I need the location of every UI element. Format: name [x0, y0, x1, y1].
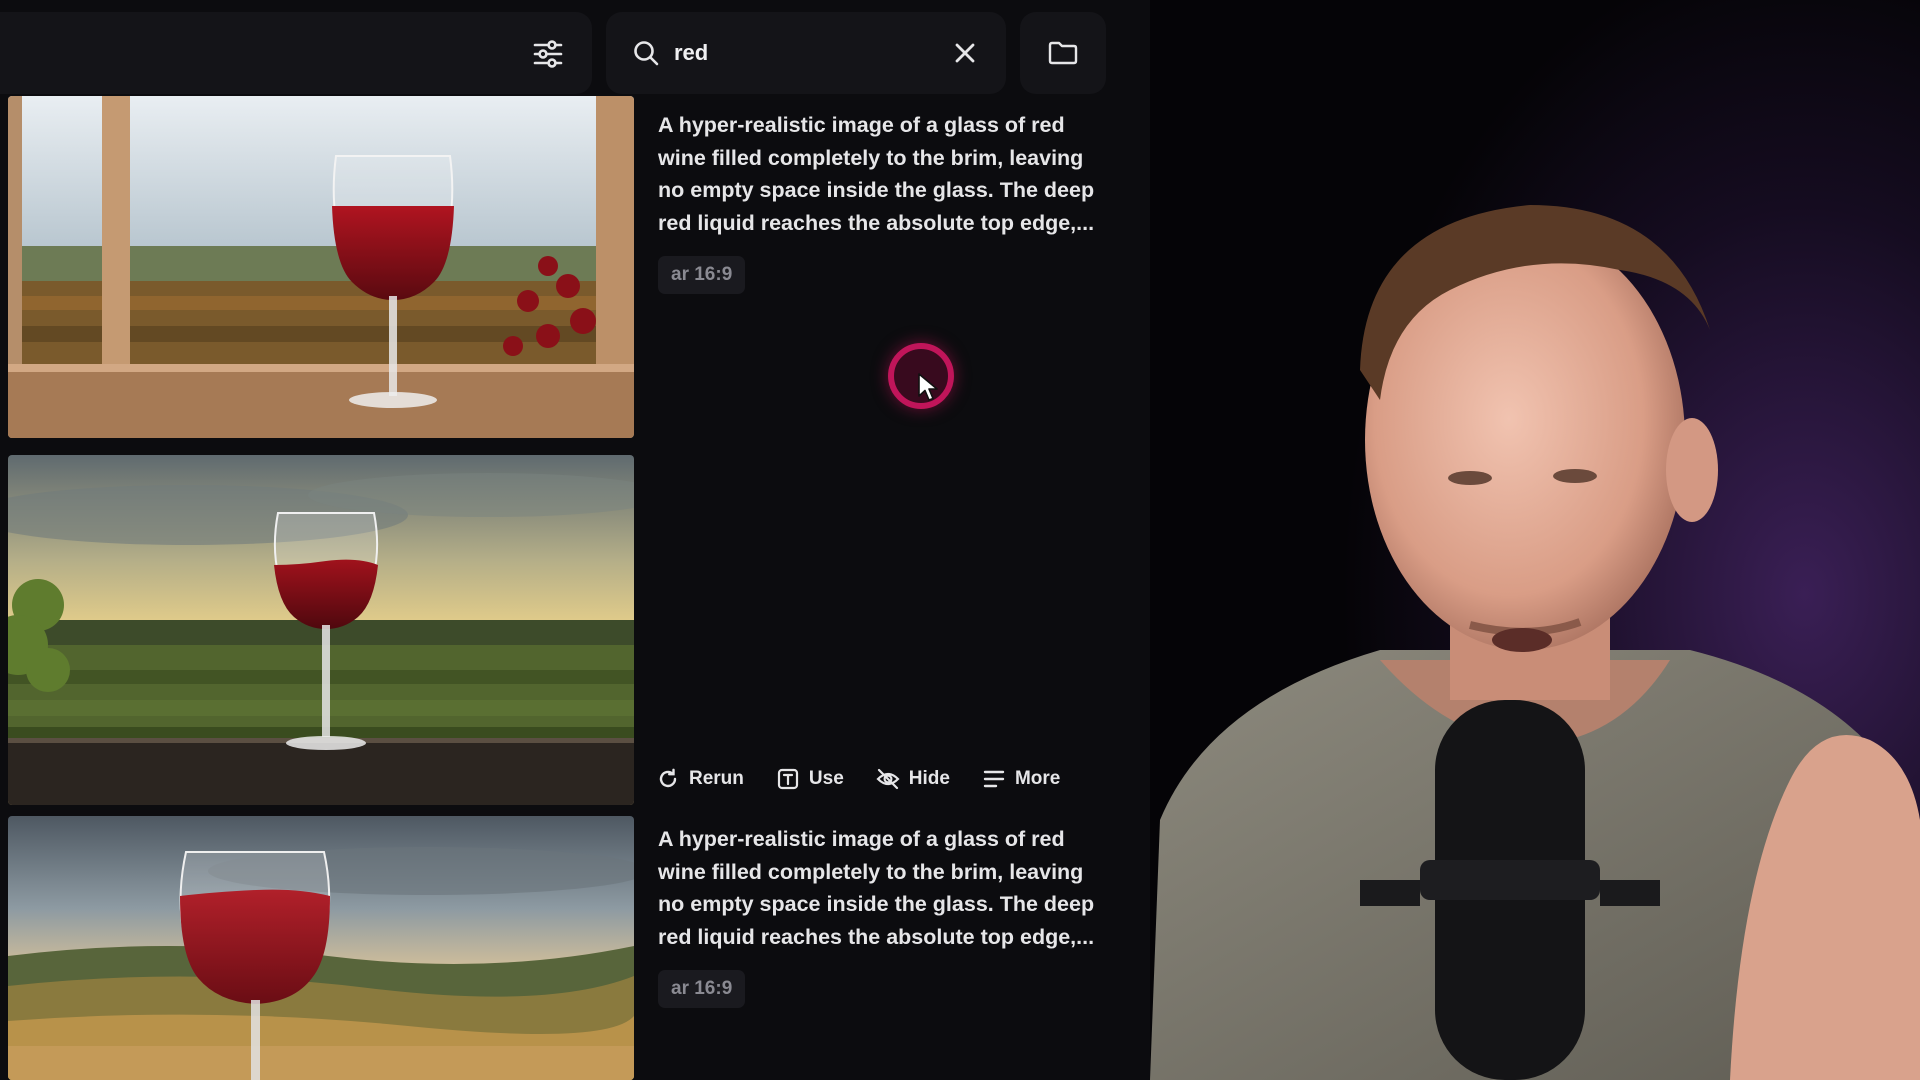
prompt-text-2: A hyper-realistic image of a glass of re… [658, 827, 1095, 949]
presenter-video [1150, 0, 1920, 1080]
filter-button[interactable] [524, 34, 572, 74]
more-icon [983, 770, 1005, 788]
rerun-label: Rerun [689, 768, 744, 789]
rerun-icon [659, 768, 677, 788]
generated-image-3[interactable] [8, 816, 634, 1080]
rerun-button[interactable]: Rerun [656, 767, 744, 791]
hide-label: Hide [908, 768, 950, 789]
more-label: More [1014, 768, 1061, 789]
use-label: Use [808, 768, 844, 789]
hide-icon [876, 768, 900, 790]
more-button[interactable]: More [982, 767, 1060, 791]
use-button[interactable]: Use [776, 767, 844, 791]
close-icon [955, 43, 975, 63]
aspect-ratio-badge-2: ar 16:9 [658, 970, 746, 1008]
cursor-icon [918, 373, 938, 401]
wine-glass-hills-image [8, 816, 634, 1080]
search-bar [606, 12, 1006, 94]
search-icon [634, 41, 659, 66]
aspect-ratio-badge-1: ar 16:9 [658, 256, 746, 294]
app-panel: A hyper-realistic image of a glass of re… [0, 0, 1150, 1080]
folder-button[interactable] [1020, 12, 1106, 94]
wine-glass-window-image [8, 96, 634, 438]
image-actions: Rerun Use Hide More [656, 760, 1092, 798]
webcam-overlay [1150, 0, 1920, 1080]
use-icon [777, 768, 799, 790]
top-toolbar [0, 12, 592, 94]
wine-glass-vineyard-image [8, 455, 634, 805]
generated-image-2[interactable] [8, 455, 634, 805]
search-input[interactable] [674, 32, 924, 74]
hide-button[interactable]: Hide [876, 767, 950, 791]
folder-icon [1048, 41, 1078, 65]
filter-sliders-icon [533, 40, 563, 68]
generated-image-1[interactable] [8, 96, 634, 438]
prompt-text-1: A hyper-realistic image of a glass of re… [658, 113, 1095, 235]
clear-search-button[interactable] [950, 38, 980, 68]
